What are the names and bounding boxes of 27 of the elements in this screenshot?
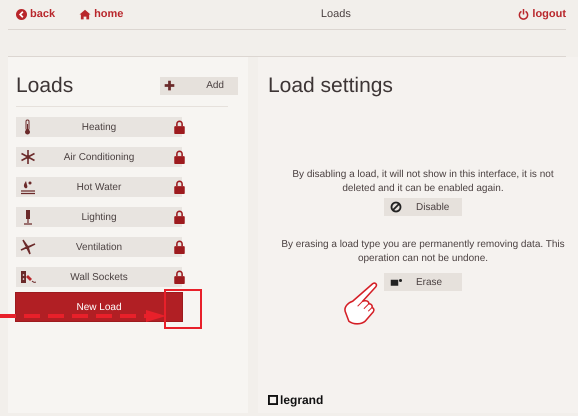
logout-link[interactable]: logout <box>518 6 566 23</box>
add-button[interactable]: Add <box>160 76 238 94</box>
page-title: Loads <box>320 8 351 20</box>
logo-square-icon <box>268 395 278 405</box>
home-link[interactable]: home <box>79 6 124 23</box>
load-item[interactable]: Hot Water <box>16 177 182 197</box>
back-icon <box>16 9 27 20</box>
plus-icon <box>164 80 175 91</box>
power-icon <box>518 9 530 20</box>
socket-plug-icon <box>20 269 36 285</box>
home-icon <box>79 9 92 20</box>
info-text: By erasing a load type you are permanently removing data. This operation can not be undone. <box>280 238 566 265</box>
load-item[interactable]: Lighting <box>16 207 182 227</box>
brand-logo: legrand <box>280 392 324 409</box>
load-item[interactable]: Ventilation <box>16 237 182 257</box>
load-item[interactable]: Wall Sockets <box>16 267 182 287</box>
water-drop-icon <box>20 179 36 195</box>
info-text: By disabling a load, it will not show in this interface, it is not deleted and it can be enabled again. <box>291 168 555 195</box>
back-link[interactable]: back <box>16 6 56 23</box>
prohibited-icon <box>390 201 402 213</box>
disable-button[interactable]: Disable <box>384 198 462 216</box>
erase-button[interactable]: Erase <box>384 273 462 291</box>
load-item[interactable]: Air Conditioning <box>16 147 182 167</box>
panel-title: Loads <box>16 75 74 96</box>
snowflake-icon <box>20 149 36 165</box>
panel-title: Load settings <box>268 75 394 96</box>
load-item[interactable]: Heating <box>16 117 182 137</box>
